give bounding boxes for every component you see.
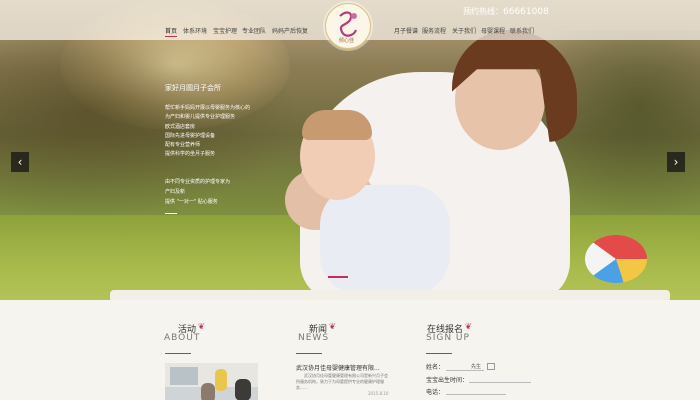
- nav-item-process[interactable]: 服务流程: [422, 26, 446, 35]
- hero-feature: 帮忙新手妈妈开展以母婴服务为核心的: [165, 105, 251, 111]
- chevron-right-icon: ›: [673, 155, 679, 169]
- photo-person: [201, 383, 215, 400]
- trees-left: [0, 40, 300, 220]
- photo-person: [235, 379, 251, 400]
- nav-item-about[interactable]: 关于我们: [452, 26, 476, 35]
- nav-item-home[interactable]: 首页: [165, 26, 178, 37]
- nav-item-environment[interactable]: 体系环境: [183, 26, 207, 35]
- photo-person: [215, 369, 227, 391]
- baby-hair: [302, 110, 372, 140]
- chevron-left-icon: ‹: [17, 155, 23, 169]
- hero-service: 产妇及新: [165, 189, 186, 195]
- hero-feature: 欧式酒店套房: [165, 123, 196, 130]
- hotline: 预约热线：66661008: [463, 6, 549, 17]
- nav-item-team[interactable]: 专业团队: [242, 26, 266, 35]
- hero-feature: 提供科学的坐月子服务: [165, 151, 216, 158]
- hero-service: 由不同专业资质的护理专家为: [165, 179, 231, 185]
- about-photo[interactable]: [165, 363, 258, 400]
- hero-divider: [165, 213, 177, 214]
- about-title-en: ABOUT: [164, 333, 201, 343]
- logo-icon: 倾心佳: [339, 11, 358, 44]
- beach-ball: [585, 235, 647, 283]
- logo[interactable]: 倾心佳: [325, 3, 371, 49]
- name-label: 姓名：: [426, 364, 445, 371]
- birth-label: 宝宝出生时间：: [426, 377, 469, 384]
- gender-option-label: 先生: [471, 364, 482, 370]
- hero-feature: 为产妇和婴儿提供专业护理服务: [165, 114, 236, 121]
- hero-feature-list: 帮忙新手妈妈开展以母婴服务为核心的 为产妇和婴儿提供专业护理服务 欧式酒店套房 …: [165, 104, 250, 160]
- news-headline[interactable]: 武汉协月佳母婴健康管理有限...: [296, 363, 380, 372]
- hero-feature: 配有专业营养师: [165, 142, 201, 149]
- phone-label: 电话：: [426, 389, 445, 396]
- flourish-icon: ❦: [329, 322, 336, 331]
- news-date: 2015.8.10: [368, 391, 389, 396]
- hotline-number[interactable]: 66661008: [503, 7, 549, 17]
- news-underline: [296, 353, 322, 354]
- hero-slogan: 家好月圆月子会所: [165, 84, 221, 92]
- slider-next-button[interactable]: ›: [667, 152, 685, 172]
- nav-item-recovery[interactable]: 妈妈产后恢复: [272, 26, 308, 35]
- phone-field[interactable]: [446, 394, 506, 395]
- news-title-en: NEWS: [298, 333, 330, 343]
- birth-field[interactable]: [469, 382, 531, 383]
- name-field[interactable]: [446, 370, 484, 371]
- news-summary: 武汉协月佳母婴健康管理有限公司是新兴月子会所服务机构，致力于为母婴提供专业的健康…: [296, 373, 388, 390]
- signup-title-en: SIGN UP: [426, 333, 470, 343]
- slider-prev-button[interactable]: ‹: [11, 152, 29, 172]
- nav-item-baby-care[interactable]: 宝宝护理: [213, 26, 237, 35]
- hero-service-list: 由不同专业资质的护理专家为 产妇及新 提供 "一对一" 贴心服务: [165, 177, 230, 207]
- slider-indicator[interactable]: [328, 276, 348, 278]
- hero-feature: 国际先进母婴护理设备: [165, 132, 216, 139]
- hero-service: 提供 "一对一" 贴心服务: [165, 199, 218, 205]
- hotline-label: 预约热线：: [463, 7, 503, 16]
- top-nav: 首页 体系环境 宝宝护理 专业团队 妈妈产后恢复 倾心佳 月子餐谱 服务流程 关…: [0, 0, 700, 49]
- about-underline: [165, 353, 191, 354]
- blanket: [110, 290, 670, 300]
- flourish-icon: ❦: [465, 322, 472, 331]
- nav-item-menu[interactable]: 月子餐谱: [394, 26, 418, 35]
- gender-radio[interactable]: [487, 363, 495, 370]
- photo-window: [170, 367, 198, 385]
- flourish-icon: ❦: [198, 322, 205, 331]
- svg-text:倾心佳: 倾心佳: [339, 37, 354, 44]
- signup-underline: [426, 353, 452, 354]
- baby-figure: [320, 185, 450, 295]
- nav-item-contact[interactable]: 联系我们: [510, 26, 534, 35]
- nav-item-courses[interactable]: 母婴课程: [481, 26, 505, 35]
